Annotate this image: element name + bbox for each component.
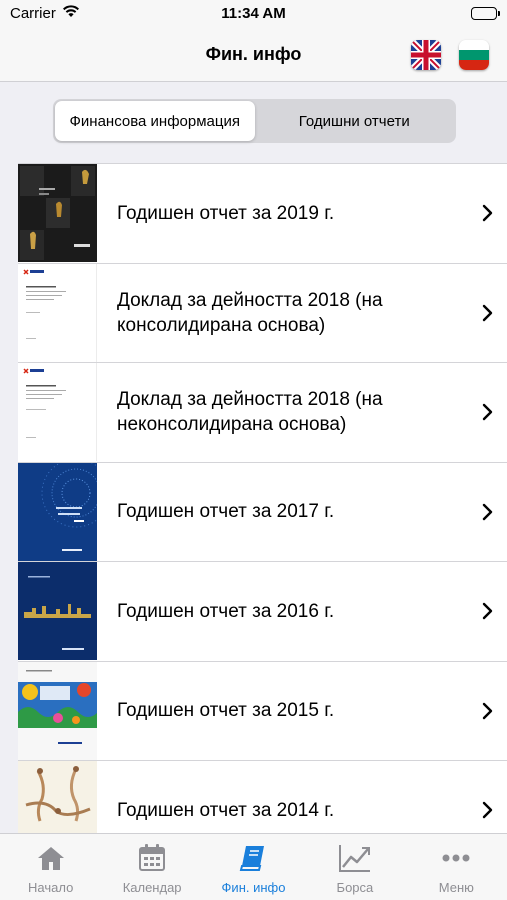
chevron-right-icon xyxy=(482,304,493,327)
chevron-right-icon xyxy=(482,503,493,526)
report-title: Годишен отчет за 2019 г. xyxy=(117,202,335,224)
chevron-right-icon xyxy=(482,602,493,625)
status-bar: Carrier 11:34 AM xyxy=(0,0,507,28)
uk-flag-icon[interactable] xyxy=(411,40,441,70)
battery-icon xyxy=(471,7,500,20)
report-row-2016[interactable]: Годишен отчет за 2016 г. xyxy=(18,562,507,662)
book-icon xyxy=(239,842,269,874)
annual-report-2017-cover-icon xyxy=(18,462,97,561)
report-row-2019[interactable]: Годишен отчет за 2019 г. xyxy=(18,164,507,264)
chevron-right-icon xyxy=(482,702,493,725)
tab-calendar[interactable]: Календар xyxy=(101,834,202,900)
report-title: Годишен отчет за 2014 г. xyxy=(117,799,335,821)
more-icon xyxy=(441,842,471,874)
annual-report-2019-cover-icon xyxy=(18,164,97,263)
activity-report-document-icon xyxy=(18,363,97,462)
tab-fin-info[interactable]: Фин. инфо xyxy=(203,834,304,900)
segment-financial-info[interactable]: Финансова информация xyxy=(55,101,255,141)
tab-home[interactable]: Начало xyxy=(0,834,101,900)
report-title: Доклад за дейността 2018 (на консолидира… xyxy=(117,289,383,336)
tab-label: Меню xyxy=(438,880,474,895)
chevron-right-icon xyxy=(482,403,493,426)
navigation-bar: Фин. инфо xyxy=(0,28,507,82)
bulgarian-flag-icon[interactable] xyxy=(459,40,489,70)
chart-icon xyxy=(338,842,372,874)
report-title: Доклад за дейността 2018 (на неконсолиди… xyxy=(117,389,383,436)
tab-label: Фин. инфо xyxy=(221,880,286,895)
tab-label: Календар xyxy=(122,880,182,895)
report-row-2015[interactable]: Годишен отчет за 2015 г. xyxy=(18,661,507,761)
tab-stock-exchange[interactable]: Борса xyxy=(304,834,405,900)
report-row-2018-consolidated[interactable]: Доклад за дейността 2018 (на консолидира… xyxy=(18,263,507,363)
report-row-2018-nonconsolidated[interactable]: Доклад за дейността 2018 (на неконсолиди… xyxy=(18,363,507,463)
tab-label: Начало xyxy=(28,880,74,895)
tab-label: Борса xyxy=(336,880,374,895)
chevron-right-icon xyxy=(482,801,493,824)
chevron-right-icon xyxy=(482,204,493,227)
report-type-segmented-control: Финансова информация Годишни отчети xyxy=(53,99,456,143)
status-time: 11:34 AM xyxy=(221,5,286,22)
tab-menu[interactable]: Меню xyxy=(406,834,507,900)
activity-report-document-icon xyxy=(18,263,97,362)
report-row-2017[interactable]: Годишен отчет за 2017 г. xyxy=(18,462,507,562)
segment-annual-reports[interactable]: Годишни отчети xyxy=(255,101,455,141)
report-title: Годишен отчет за 2017 г. xyxy=(117,501,335,523)
home-icon xyxy=(36,842,66,874)
annual-report-2015-cover-icon xyxy=(18,661,97,760)
reports-list: Годишен отчет за 2019 г. Доклад за дейно… xyxy=(18,163,507,861)
calendar-icon xyxy=(137,842,167,874)
annual-report-2016-cover-icon xyxy=(18,562,97,661)
tab-bar: Начало Календар Фин. инфо Борса Меню xyxy=(0,833,507,900)
report-title: Годишен отчет за 2015 г. xyxy=(117,700,335,722)
report-title: Годишен отчет за 2016 г. xyxy=(117,600,335,622)
